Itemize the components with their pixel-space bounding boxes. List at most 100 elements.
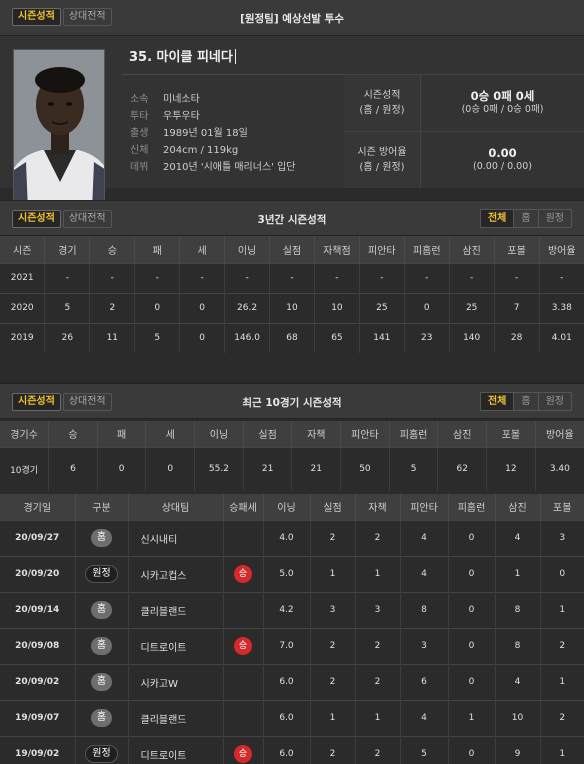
table-cell: 28 [494,322,540,353]
stat-cell: 0 [448,519,496,556]
table-cell: 68 [269,322,315,353]
stat-cell: 1 [540,663,584,700]
table-cell: - [44,262,91,293]
stat-cell: 2 [355,735,401,764]
result-cell [223,699,264,736]
table-row: 2019 26 11 5 0 146.0 68 65 141 23 140 28 4.01 [0,322,584,353]
filter-home[interactable]: 홈 [514,392,539,411]
stat-cell: 0 [448,627,496,664]
location-cell: 원정 [75,555,129,592]
table-cell: 65 [314,322,360,353]
label-line: 시즌성적 [363,90,401,101]
info-row-body: 신체 204cm / 119kg [130,142,295,159]
opponent-team[interactable]: 신시내티 [128,519,224,556]
season-era-row: 시즌 방어율 (홈 / 원정) 0.00 (0.00 / 0.00) [344,131,584,188]
stat-cell: 2 [310,519,356,556]
table-cell: 2 [89,292,136,323]
opponent-team[interactable]: 클리블랜드 [128,699,224,736]
label-line: (홈 / 원정) [359,105,405,116]
table-cell: 26 [44,322,91,353]
header-bar: 시즌성적 상대전적 [원정팀] 예상선발 투수 [0,0,584,36]
info-value: 2010년 '시애틀 매리너스' 입단 [163,162,296,173]
column-header: 피홈런 [389,421,439,447]
table-cell: 3.40 [535,446,584,491]
opponent-team[interactable]: 시카고W [128,663,224,700]
player-name: 35. 마이클 피네다 [129,46,236,65]
filter-all[interactable]: 전체 [479,209,515,228]
stat-cell: 7.0 [263,627,311,664]
stat-cell: 8 [495,591,541,628]
info-key: 소속 [130,94,149,105]
stat-cell: 5.0 [263,555,311,592]
stat-cell: 4 [400,699,449,736]
season-record-row: 시즌성적 (홈 / 원정) 0승 0패 0세 (0승 0패 / 0승 0패) [344,74,584,131]
opponent-team[interactable]: 시카고컵스 [128,555,224,592]
game-row: 19/09/02 원정 디트로이트 승 6.0 2 2 5 0 9 1 [0,735,584,764]
stat-cell: 6.0 [263,735,311,764]
table-row: 2021- - - - - - - - - - - - [0,262,584,293]
stat-cell: 4 [400,519,449,556]
info-key: 출생 [130,128,149,139]
table-cell: 23 [404,322,450,353]
stat-cell: 1 [540,591,584,628]
column-header: 피홈런 [404,236,450,263]
three-year-stats-table: 시즌 경기 승 패 세 이닝 실점 자책점 피안타 피홈런 삼진 포볼 방어율 2021- - - - - - - -… [0,236,584,353]
column-header: 실점 [310,494,356,520]
stat-cell: 2 [355,627,401,664]
table-cell: - [449,262,495,293]
game-row: 20/09/27 홈 신시내티 4.0 2 2 4 0 4 3 [0,519,584,556]
win-badge: 승 [234,745,252,764]
column-header: 자책 [291,421,342,447]
label-line: 시즌 방어율 [357,147,407,158]
opponent-team[interactable]: 디트로이트 [128,627,224,664]
table-cell: 146.0 [224,322,271,353]
stat-cell: 0 [448,555,496,592]
season-record-label: 시즌성적 (홈 / 원정) [344,75,421,131]
filter-home[interactable]: 홈 [514,209,539,228]
column-header: 자책점 [314,236,360,263]
location-cell: 원정 [75,735,129,764]
info-row-team: 소속 미네소타 [130,91,295,108]
column-header: 이닝 [194,421,244,447]
table-cell: 21 [243,446,293,491]
location-cell: 홈 [75,627,129,664]
result-cell: 승 [223,555,264,592]
stat-cell: 0 [448,735,496,764]
table-cell: 21 [291,446,342,491]
season-record-value: 0승 0패 0세 (0승 0패 / 0승 0패) [421,75,584,131]
stat-cell: 1 [448,699,496,736]
table-cell: 2020 [0,292,46,323]
stat-cell: 0 [448,591,496,628]
column-header: 피안타 [340,421,390,447]
table-cell: 50 [340,446,390,491]
stat-cell: 1 [355,555,401,592]
table-row: 2020 5 2 0 0 26.2 10 10 25 0 25 7 3.38 [0,292,584,323]
column-header: 경기 [44,236,91,263]
filter-away[interactable]: 원정 [538,209,572,228]
table-cell: 0 [97,446,147,491]
column-header: 포볼 [494,236,540,263]
table-cell: 0 [134,292,181,323]
result-cell [223,519,264,556]
filter-away[interactable]: 원정 [538,392,572,411]
column-header: 피안타 [359,236,405,263]
table-cell: 141 [359,322,405,353]
location-cell: 홈 [75,699,129,736]
stat-cell: 1 [355,699,401,736]
opponent-team[interactable]: 디트로이트 [128,735,224,764]
table-cell: 10 [269,292,315,323]
game-row: 20/09/20 원정 시카고컵스 승 5.0 1 1 4 0 1 0 [0,555,584,592]
filter-all[interactable]: 전체 [479,392,515,411]
recent-10-summary-table: 경기수 승 패 세 이닝 실점 자책 피안타 피홈런 삼진 포볼 방어율 10경기 6 0 0 55.2 21 2… [0,421,584,491]
location-cell: 홈 [75,663,129,700]
table-cell: 25 [359,292,405,323]
info-key: 신체 [130,145,149,156]
stat-cell: 6.0 [263,699,311,736]
table-cell: 5 [134,322,181,353]
info-value: 미네소타 [163,94,200,105]
stat-cell: 0 [540,555,584,592]
opponent-team[interactable]: 클리블랜드 [128,591,224,628]
column-header: 삼진 [495,494,541,520]
stat-cell: 2 [355,663,401,700]
era-total: 0.00 [488,146,517,160]
